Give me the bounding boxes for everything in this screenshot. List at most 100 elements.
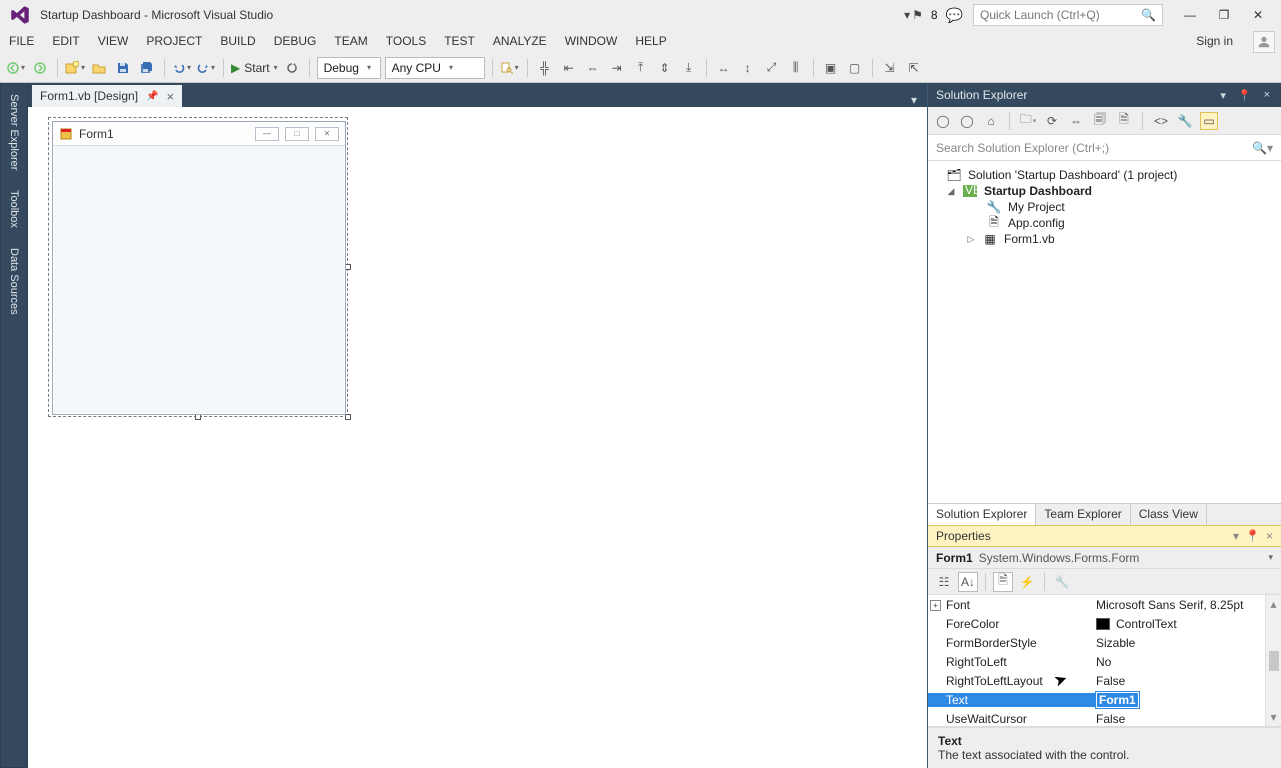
- find-in-files-icon[interactable]: [500, 58, 520, 78]
- rail-server-explorer[interactable]: Server Explorer: [8, 90, 20, 174]
- align-right-icon[interactable]: ⇥: [607, 58, 627, 78]
- size-height-icon[interactable]: ↕: [738, 58, 758, 78]
- window-restore-button[interactable]: ❐: [1207, 2, 1241, 28]
- tree-solution-node[interactable]: 🗂 Solution 'Startup Dashboard' (1 projec…: [944, 167, 1277, 183]
- tree-appconfig-node[interactable]: 🗎 App.config: [984, 215, 1277, 231]
- property-value[interactable]: No: [1096, 655, 1111, 669]
- solution-config-dropdown[interactable]: Debug▾: [317, 57, 381, 79]
- menu-file[interactable]: FILE: [0, 30, 43, 53]
- panel-menu-icon[interactable]: ▾: [1233, 529, 1239, 543]
- new-project-button[interactable]: [65, 58, 85, 78]
- align-middle-icon[interactable]: ⇕: [655, 58, 675, 78]
- designed-form-window[interactable]: Form1 — □ ⨯: [52, 121, 346, 415]
- menu-team[interactable]: TEAM: [325, 30, 376, 53]
- se-preview-icon[interactable]: 🗎: [1115, 112, 1133, 130]
- property-row[interactable]: UseWaitCursorFalse: [928, 709, 1281, 727]
- menu-debug[interactable]: DEBUG: [265, 30, 326, 53]
- form-selection-outline[interactable]: Form1 — □ ⨯: [48, 117, 348, 417]
- menu-tools[interactable]: TOOLS: [377, 30, 435, 53]
- properties-scrollbar[interactable]: ▴ ▾: [1265, 595, 1281, 726]
- solution-platform-dropdown[interactable]: Any CPU▾: [385, 57, 485, 79]
- se-back-icon[interactable]: ◯: [934, 112, 952, 130]
- se-properties-icon[interactable]: 🔧: [1176, 112, 1194, 130]
- menu-window[interactable]: WINDOW: [556, 30, 627, 53]
- menu-help[interactable]: HELP: [626, 30, 675, 53]
- hspace-icon[interactable]: ⫼: [786, 58, 806, 78]
- menu-analyze[interactable]: ANALYZE: [484, 30, 556, 53]
- tree-form1-node[interactable]: ▷ ▦ Form1.vb: [964, 231, 1277, 247]
- se-showall-icon[interactable]: 🗐: [1091, 112, 1109, 130]
- start-debug-button[interactable]: ▶ Start ▾: [231, 61, 278, 75]
- undo-button[interactable]: [172, 58, 192, 78]
- prop-properties-icon[interactable]: 🗎: [993, 572, 1013, 592]
- save-all-button[interactable]: [137, 58, 157, 78]
- window-minimize-button[interactable]: —: [1173, 2, 1207, 28]
- property-value[interactable]: False: [1096, 674, 1125, 688]
- se-refresh-icon[interactable]: ⟳: [1043, 112, 1061, 130]
- lock-controls-icon[interactable]: ⇱: [904, 58, 924, 78]
- property-value[interactable]: Microsoft Sans Serif, 8.25pt: [1096, 598, 1243, 612]
- prop-categorized-icon[interactable]: ☷: [934, 572, 954, 592]
- property-row[interactable]: +FontMicrosoft Sans Serif, 8.25pt: [928, 595, 1281, 614]
- rail-data-sources[interactable]: Data Sources: [8, 244, 20, 319]
- align-center-icon[interactable]: ⇔: [583, 58, 603, 78]
- align-grid-icon[interactable]: ╬: [535, 58, 555, 78]
- property-value[interactable]: Sizable: [1096, 636, 1135, 650]
- property-row[interactable]: RightToLeftNo: [928, 652, 1281, 671]
- tree-project-node[interactable]: ◢ VB Startup Dashboard: [944, 183, 1277, 199]
- menu-project[interactable]: PROJECT: [137, 30, 211, 53]
- tab-order-icon[interactable]: ⇲: [880, 58, 900, 78]
- property-row[interactable]: ForeColorControlText: [928, 614, 1281, 633]
- notification-flag-icon[interactable]: ▾⚑: [904, 8, 923, 22]
- tab-team-explorer[interactable]: Team Explorer: [1036, 504, 1130, 525]
- align-top-icon[interactable]: ⤒: [631, 58, 651, 78]
- properties-grid[interactable]: +FontMicrosoft Sans Serif, 8.25ptForeCol…: [928, 595, 1281, 727]
- panel-pin-icon[interactable]: 📍: [1235, 89, 1255, 102]
- feedback-icon[interactable]: 💬: [946, 7, 963, 24]
- property-row[interactable]: TextForm1: [928, 690, 1281, 709]
- menu-view[interactable]: VIEW: [89, 30, 138, 53]
- property-row[interactable]: RightToLeftLayoutFalse: [928, 671, 1281, 690]
- pin-icon[interactable]: 📌: [146, 91, 158, 102]
- prop-events-icon[interactable]: ⚡: [1017, 572, 1037, 592]
- size-width-icon[interactable]: ↔: [714, 58, 734, 78]
- se-forward-icon[interactable]: ◯: [958, 112, 976, 130]
- send-back-icon[interactable]: ▢: [845, 58, 865, 78]
- bring-front-icon[interactable]: ▣: [821, 58, 841, 78]
- menu-edit[interactable]: EDIT: [43, 30, 88, 53]
- form-designer-surface[interactable]: Form1 — □ ⨯: [28, 107, 927, 768]
- save-button[interactable]: [113, 58, 133, 78]
- tree-myproject-node[interactable]: 🔧 My Project: [984, 199, 1277, 215]
- document-tab-form1[interactable]: Form1.vb [Design] 📌 ×: [32, 85, 182, 107]
- expander-icon[interactable]: ▷: [966, 234, 976, 245]
- tab-overflow-icon[interactable]: ▾: [907, 93, 921, 107]
- menu-build[interactable]: BUILD: [211, 30, 264, 53]
- notification-count[interactable]: 8: [931, 8, 938, 22]
- prop-alphabetical-icon[interactable]: A↓: [958, 572, 978, 592]
- panel-menu-icon[interactable]: ▾: [1217, 89, 1229, 102]
- tab-class-view[interactable]: Class View: [1131, 504, 1207, 525]
- se-viewcode-icon[interactable]: <>: [1152, 112, 1170, 130]
- close-tab-icon[interactable]: ×: [167, 89, 175, 104]
- expand-icon[interactable]: +: [930, 600, 941, 611]
- menu-test[interactable]: TEST: [435, 30, 484, 53]
- rail-toolbox[interactable]: Toolbox: [8, 186, 20, 232]
- redo-button[interactable]: [196, 58, 216, 78]
- expander-icon[interactable]: ◢: [946, 186, 956, 197]
- properties-object-selector[interactable]: Form1 System.Windows.Forms.Form ▾: [928, 547, 1281, 569]
- panel-close-icon[interactable]: ×: [1261, 89, 1273, 101]
- quick-launch-input[interactable]: Quick Launch (Ctrl+Q) 🔍: [973, 4, 1163, 26]
- align-left-icon[interactable]: ⇤: [559, 58, 579, 78]
- sign-in-link[interactable]: Sign in: [1188, 30, 1241, 52]
- se-viewdesigner-icon[interactable]: ▭: [1200, 112, 1218, 130]
- se-collapse-icon[interactable]: ⇔: [1067, 112, 1085, 130]
- prop-pages-icon[interactable]: 🔧: [1052, 572, 1072, 592]
- tab-solution-explorer[interactable]: Solution Explorer: [928, 504, 1036, 525]
- nav-back-button[interactable]: [6, 58, 26, 78]
- property-row[interactable]: FormBorderStyleSizable: [928, 633, 1281, 652]
- window-close-button[interactable]: ✕: [1241, 2, 1275, 28]
- scroll-down-icon[interactable]: ▾: [1270, 710, 1276, 724]
- solution-tree[interactable]: 🗂 Solution 'Startup Dashboard' (1 projec…: [928, 161, 1281, 503]
- property-value[interactable]: ControlText: [1116, 617, 1177, 631]
- nav-forward-button[interactable]: [30, 58, 50, 78]
